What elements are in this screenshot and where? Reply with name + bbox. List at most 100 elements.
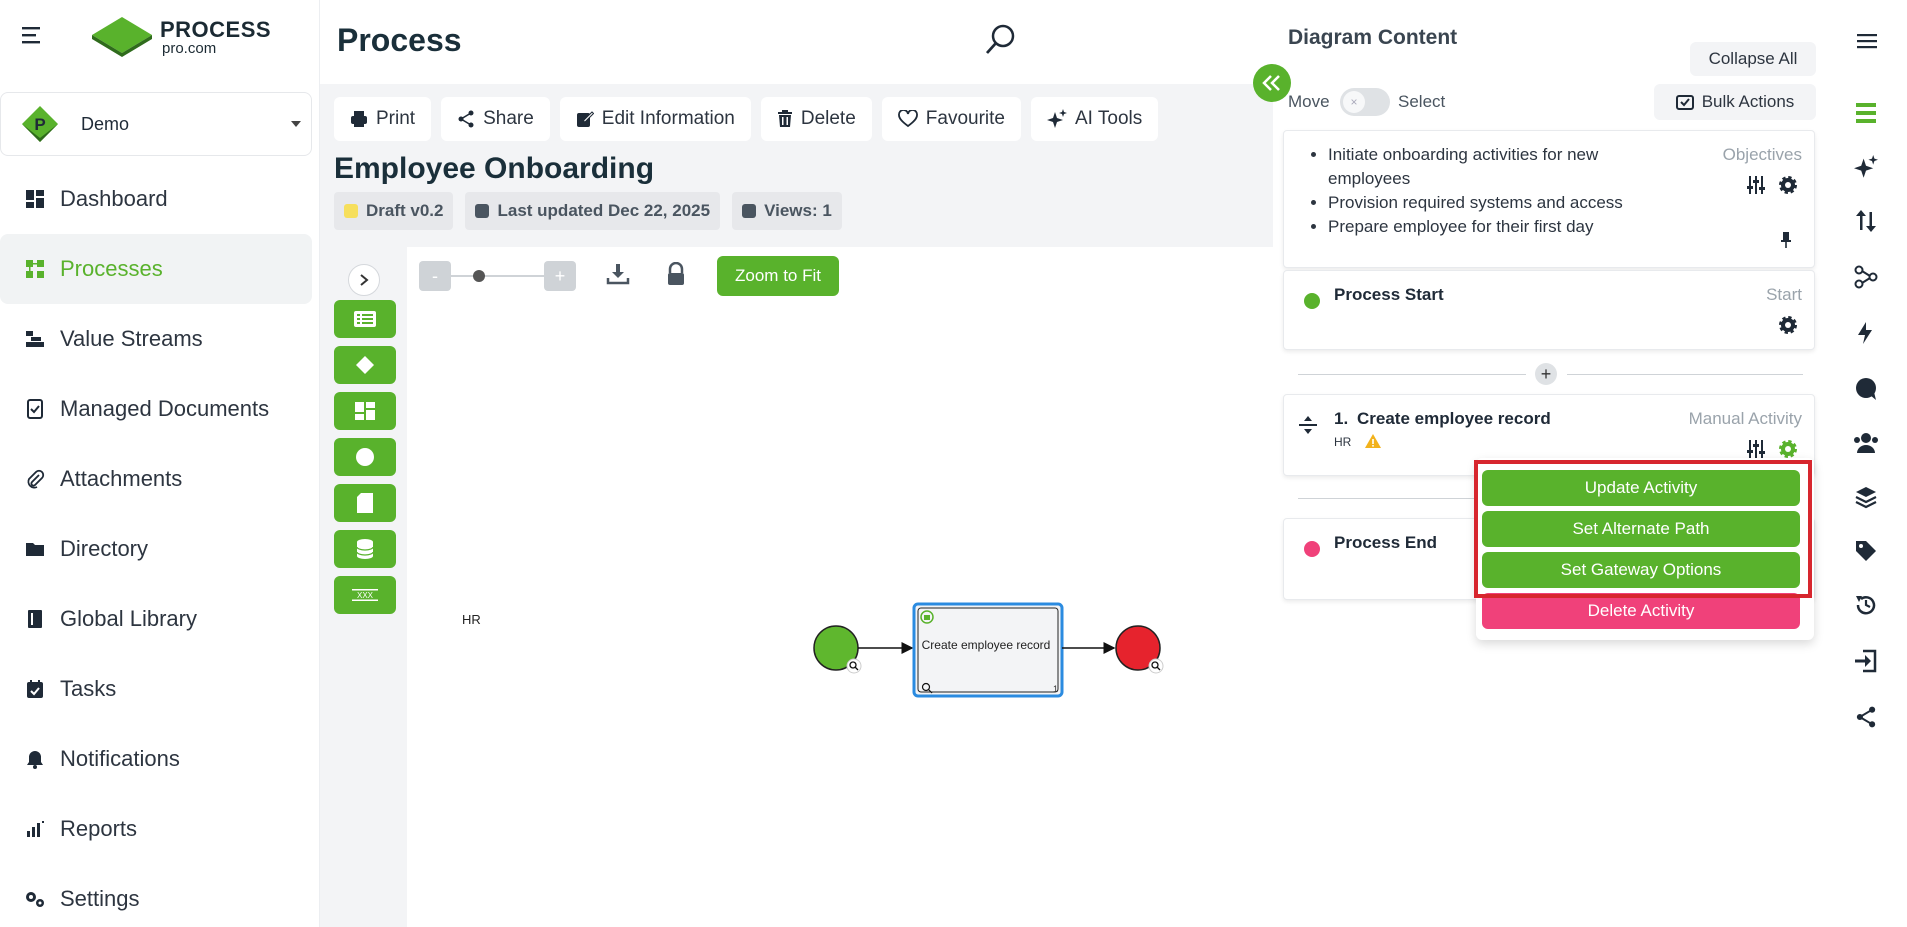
sort-arrows-icon[interactable] xyxy=(1851,206,1881,236)
menu-icon[interactable] xyxy=(20,24,48,46)
sidebar-item-value-streams[interactable]: Value Streams xyxy=(0,304,312,374)
logo-title: PROCESS xyxy=(160,16,272,42)
collapse-all-button[interactable]: Collapse All xyxy=(1690,42,1816,76)
share-icon xyxy=(458,110,474,128)
end-dot-icon xyxy=(1304,541,1320,557)
tags-icon[interactable] xyxy=(1851,536,1881,566)
start-dot-icon xyxy=(1304,293,1320,309)
palette-event-button[interactable] xyxy=(334,438,396,476)
objectives-card[interactable]: Initiate onboarding activities for new e… xyxy=(1283,130,1815,268)
palette-lane-button[interactable]: XXX xyxy=(334,576,396,614)
page-title: Process xyxy=(337,22,462,58)
import-icon[interactable] xyxy=(1851,646,1881,676)
collapse-panel-button[interactable] xyxy=(1253,64,1291,102)
ai-tools-button[interactable]: AI Tools xyxy=(1030,97,1159,141)
start-type-label: Start xyxy=(1766,285,1802,304)
print-label: Print xyxy=(376,108,416,129)
chevron-right-icon xyxy=(360,274,369,286)
automation-icon[interactable] xyxy=(1851,318,1881,348)
sidebar-item-directory[interactable]: Directory xyxy=(0,514,312,584)
favourite-label: Favourite xyxy=(925,108,1005,129)
sidebar-item-settings[interactable]: Settings xyxy=(0,864,312,927)
palette-document-button[interactable] xyxy=(334,484,396,522)
gear-icon[interactable] xyxy=(1778,439,1798,459)
trash-icon xyxy=(777,110,792,127)
drag-handle-icon[interactable] xyxy=(1298,415,1318,435)
move-select-toggle[interactable]: × xyxy=(1340,88,1390,116)
end-event[interactable] xyxy=(1115,625,1164,674)
managed-documents-icon xyxy=(24,398,46,420)
process-end-name: Process End xyxy=(1334,533,1437,552)
sidebar-item-label: Notifications xyxy=(60,746,180,771)
list-icon xyxy=(354,311,376,327)
value-streams-icon xyxy=(24,328,46,350)
sidebar-item-tasks[interactable]: Tasks xyxy=(0,654,312,724)
chat-icon[interactable] xyxy=(1851,374,1881,404)
zoom-slider-handle[interactable] xyxy=(472,270,485,282)
users-icon[interactable] xyxy=(1851,428,1881,458)
zoom-to-fit-button[interactable]: Zoom to Fit xyxy=(717,256,839,296)
search-icon[interactable] xyxy=(984,22,1018,56)
zoom-slider-track[interactable] xyxy=(451,275,544,277)
process-outline-icon[interactable] xyxy=(1851,98,1881,128)
layers-icon[interactable] xyxy=(1851,482,1881,512)
sliders-icon[interactable] xyxy=(1746,175,1766,195)
sidebar-item-processes[interactable]: Processes xyxy=(0,234,312,304)
flow-icon[interactable] xyxy=(1851,262,1881,292)
app-logo[interactable]: PROCESS pro.com xyxy=(90,14,271,60)
set-alternate-path-button[interactable]: Set Alternate Path xyxy=(1482,511,1800,547)
delete-button[interactable]: Delete xyxy=(760,97,872,141)
share-icon[interactable] xyxy=(1851,702,1881,732)
last-updated-text: Last updated Dec 22, 2025 xyxy=(497,201,711,220)
delete-activity-button[interactable]: Delete Activity xyxy=(1482,593,1800,629)
svg-text:P: P xyxy=(34,115,45,134)
gear-icon[interactable] xyxy=(1778,175,1798,195)
add-activity-button[interactable]: + xyxy=(1535,363,1557,385)
zoom-out-button[interactable]: - xyxy=(419,261,451,291)
sidebar-item-label: Settings xyxy=(60,886,140,911)
share-label: Share xyxy=(483,108,534,129)
sidebar-item-label: Value Streams xyxy=(60,326,203,351)
palette-subprocess-button[interactable] xyxy=(334,392,396,430)
pin-icon[interactable] xyxy=(1780,231,1792,249)
select-label: Select xyxy=(1398,92,1446,111)
bell-icon xyxy=(24,748,46,770)
right-icon-rail xyxy=(1840,0,1907,927)
update-activity-button[interactable]: Update Activity xyxy=(1482,470,1800,506)
history-icon[interactable] xyxy=(1851,590,1881,620)
palette-activity-list-button[interactable] xyxy=(334,300,396,338)
sidebar-item-notifications[interactable]: Notifications xyxy=(0,724,312,794)
status-text: Draft v0.2 xyxy=(366,201,444,220)
sidebar-item-managed-documents[interactable]: Managed Documents xyxy=(0,374,312,444)
sparkles-icon[interactable] xyxy=(1851,152,1881,182)
sidebar-item-dashboard[interactable]: Dashboard xyxy=(0,164,312,234)
sidebar-item-global-library[interactable]: Global Library xyxy=(0,584,312,654)
diagram-canvas[interactable] xyxy=(407,247,1273,927)
sidebar-item-label: Global Library xyxy=(60,606,197,631)
bulk-actions-button[interactable]: Bulk Actions xyxy=(1654,84,1816,120)
process-start-card[interactable]: Process Start Start xyxy=(1283,270,1815,350)
menu-icon[interactable] xyxy=(1852,26,1882,56)
favourite-button[interactable]: Favourite xyxy=(881,97,1021,141)
gear-icon[interactable] xyxy=(1778,315,1798,335)
divider xyxy=(1298,498,1478,499)
sidebar-item-attachments[interactable]: Attachments xyxy=(0,444,312,514)
palette-database-button[interactable] xyxy=(334,530,396,568)
edit-information-button[interactable]: Edit Information xyxy=(559,97,751,141)
eye-icon xyxy=(742,204,757,218)
print-button[interactable]: Print xyxy=(334,97,432,141)
organization-selector[interactable]: P Demo xyxy=(0,92,312,156)
share-button[interactable]: Share xyxy=(441,97,550,141)
last-updated-badge: Last updated Dec 22, 2025 xyxy=(465,192,721,230)
set-gateway-options-button[interactable]: Set Gateway Options xyxy=(1482,552,1800,588)
download-icon[interactable] xyxy=(606,262,632,288)
palette-gateway-button[interactable] xyxy=(334,346,396,384)
views-text: Views: 1 xyxy=(764,201,832,220)
start-event[interactable] xyxy=(813,625,862,674)
dashboard-icon xyxy=(24,188,46,210)
sliders-icon[interactable] xyxy=(1746,439,1766,459)
lock-icon[interactable] xyxy=(665,262,689,288)
sidebar-item-reports[interactable]: Reports xyxy=(0,794,312,864)
zoom-in-button[interactable]: + xyxy=(544,261,576,291)
expand-palette-button[interactable] xyxy=(348,264,380,296)
